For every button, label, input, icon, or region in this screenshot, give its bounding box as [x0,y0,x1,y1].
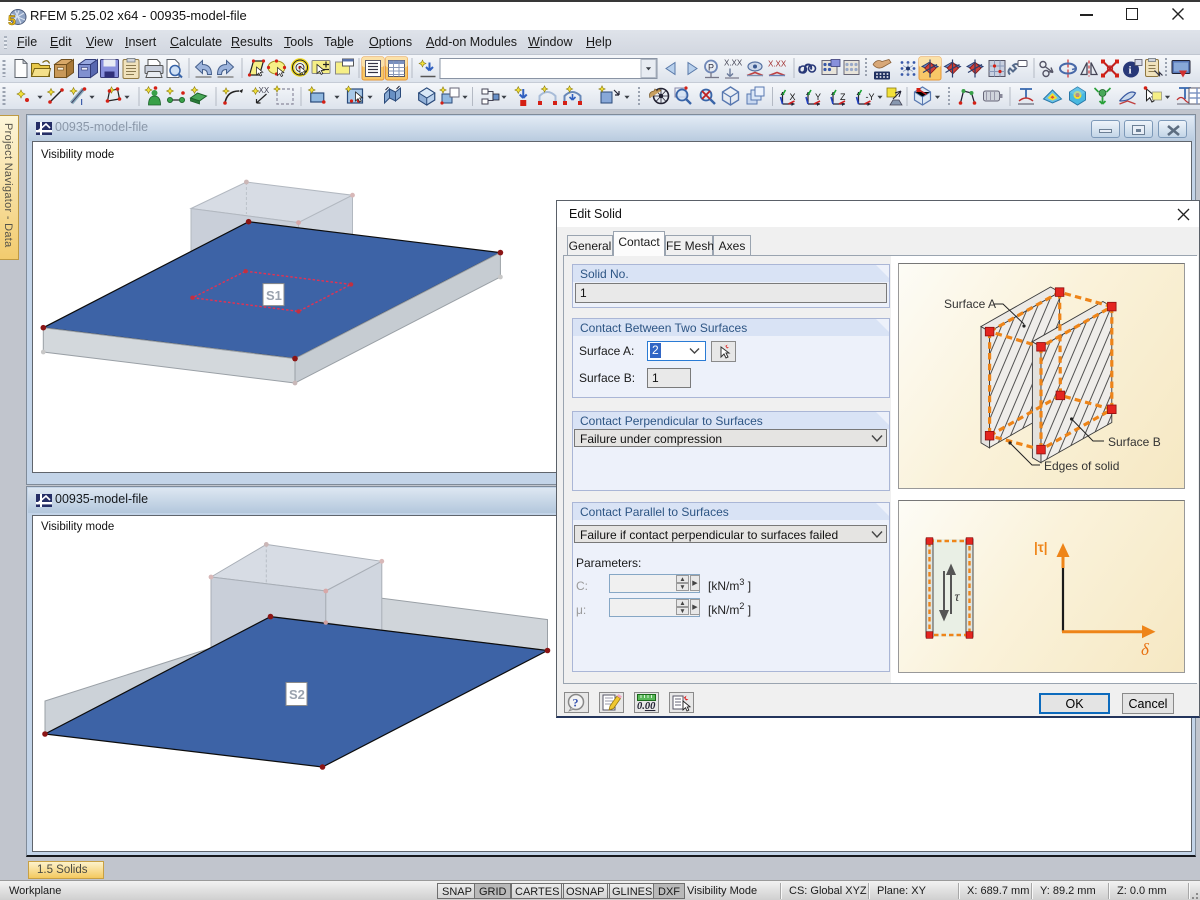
svg-text:0.00: 0.00 [637,701,656,712]
svg-text:X: X [790,92,796,102]
svg-text:Visibility mode: Visibility mode [41,149,114,161]
svg-text:S1: S1 [266,288,282,303]
svg-text:P: P [708,63,714,73]
svg-text:I: I [81,98,83,107]
svg-text:|τ|: |τ| [1034,540,1048,555]
svg-text:Surface B: Surface B [1108,435,1161,449]
svg-text:-Y: -Y [866,92,875,102]
svg-text:Z: Z [840,92,846,102]
svg-text:X.XX: X.XX [724,59,743,68]
svg-text:Surface A: Surface A [944,297,996,311]
svg-text:δ: δ [1141,640,1150,659]
svg-text:?: ? [573,696,579,710]
svg-text:5: 5 [8,12,16,28]
svg-text:S2: S2 [289,687,305,702]
svg-text:Y: Y [815,92,821,102]
svg-text:i: i [1129,65,1132,77]
svg-text:X.XX: X.XX [768,60,787,69]
svg-text:XX: XX [259,86,270,95]
svg-text:Visibility mode: Visibility mode [41,521,114,533]
svg-text:Edges of solid: Edges of solid [1044,459,1119,473]
